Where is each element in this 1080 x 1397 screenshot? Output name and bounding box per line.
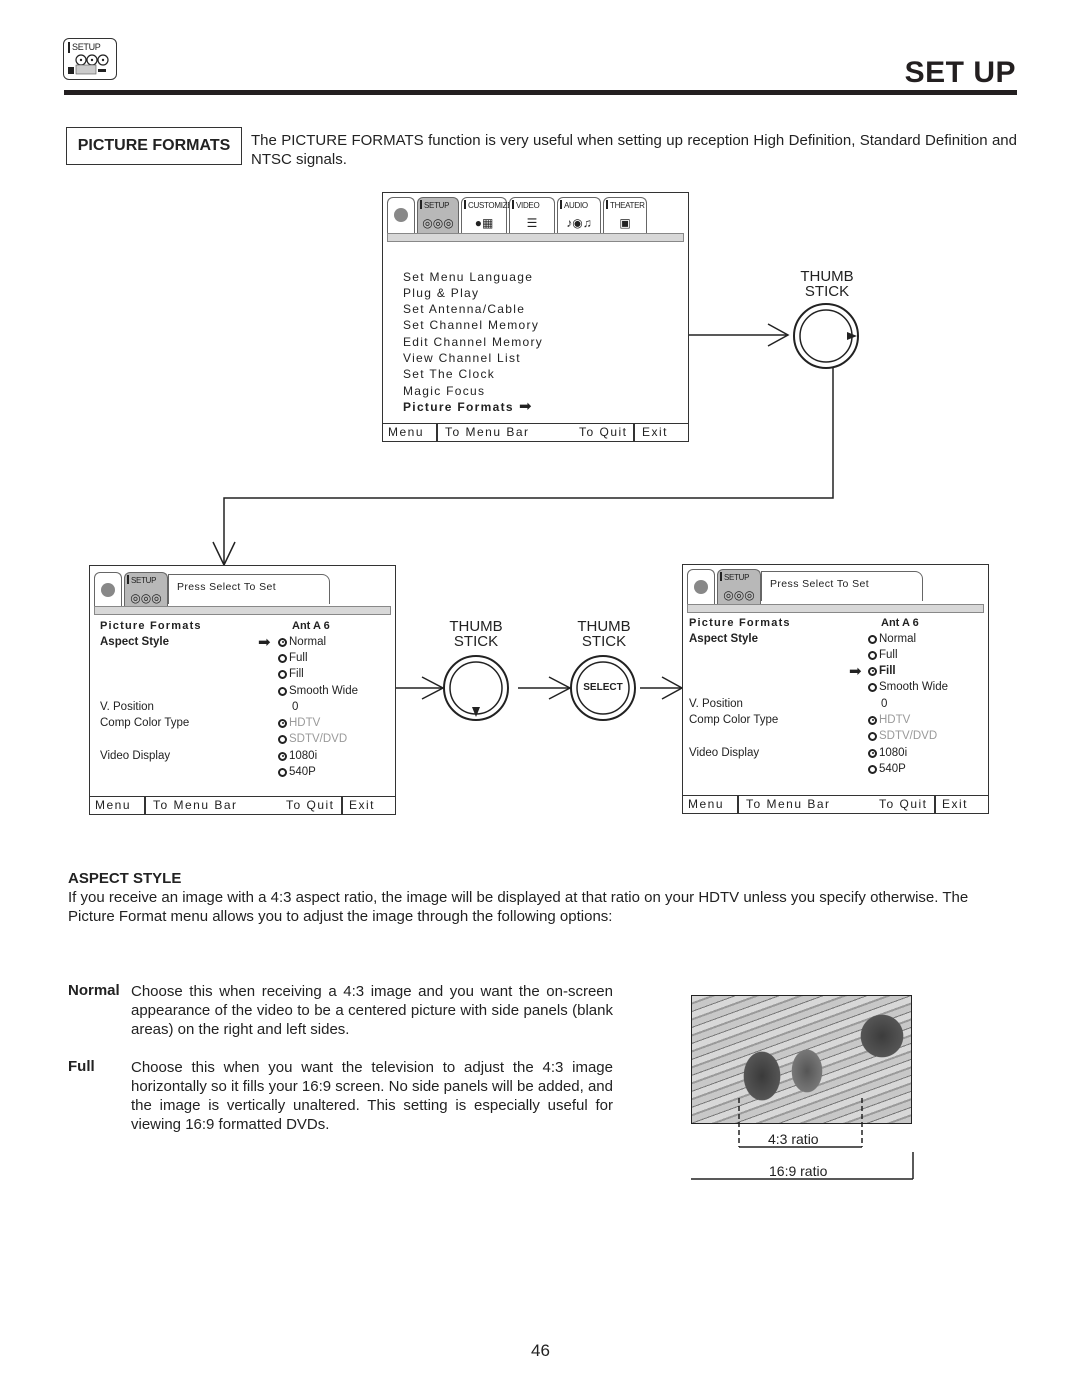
thumb-stick-down-icon: [443, 655, 509, 721]
picture-formats-menu-fill: SETUP ◎◎◎ Press Select To Set Picture For…: [682, 564, 989, 814]
select-button-label: SELECT: [583, 682, 623, 693]
aspect-style-intro: If you receive an image with a 4:3 aspec…: [68, 889, 969, 925]
radio-icon: [868, 682, 877, 692]
radio-icon: [868, 650, 877, 660]
footer-exit: Exit: [942, 797, 969, 811]
aspect-option-full[interactable]: Full: [278, 652, 308, 664]
menu-strip: [94, 606, 391, 615]
option-desc-normal: Choose this when receiving a 4:3 image a…: [131, 983, 613, 1038]
aspect-option-normal[interactable]: Normal: [278, 636, 326, 648]
ratio-43-label: 4:3 ratio: [768, 1131, 819, 1147]
thumb-stick-label: THUMB STICK: [577, 618, 631, 650]
radio-selected-icon: [868, 715, 877, 725]
footer-to-menu-bar: To Menu Bar: [746, 797, 831, 811]
nav-tab[interactable]: [687, 569, 715, 605]
tab-setup[interactable]: SETUP ◎◎◎: [717, 569, 761, 605]
radio-selected-icon: [868, 748, 877, 758]
menu-tab-bar: SETUP ◎◎◎: [687, 569, 761, 605]
projector-icon: ◎◎◎: [130, 591, 162, 605]
radio-icon: [278, 767, 287, 777]
comp-color-type-label: Comp Color Type: [689, 714, 779, 726]
channel-label: Ant A 6: [292, 620, 330, 632]
ratio-169-label: 16:9 ratio: [769, 1163, 828, 1179]
pointer-arrow-icon: ➡: [849, 663, 862, 680]
display-option-540p[interactable]: 540P: [868, 763, 906, 775]
display-option-1080i[interactable]: 1080i: [868, 747, 907, 759]
thumbstick-nav-icon: [101, 583, 115, 597]
video-display-label: Video Display: [100, 750, 171, 762]
prompt-tab: Press Select To Set: [168, 574, 330, 604]
pointer-arrow-icon: ➡: [258, 634, 271, 651]
display-option-1080i[interactable]: 1080i: [278, 750, 317, 762]
tab-setup[interactable]: SETUP ◎◎◎: [124, 572, 168, 608]
footer-menu: Menu: [688, 797, 725, 811]
footer-menu: Menu: [95, 798, 132, 812]
display-option-540p[interactable]: 540P: [278, 766, 316, 778]
radio-selected-icon: [868, 666, 877, 676]
footer-to-menu-bar: To Menu Bar: [153, 798, 238, 812]
color-option-sdtv-dvd[interactable]: SDTV/DVD: [868, 730, 937, 742]
aspect-option-fill[interactable]: Fill: [868, 665, 896, 677]
footer-to-quit: To Quit: [879, 797, 928, 811]
aspect-option-smooth-wide[interactable]: Smooth Wide: [278, 685, 358, 697]
v-position-value[interactable]: 0: [292, 701, 298, 713]
option-term-full: Full: [68, 1058, 95, 1075]
v-position-label: V. Position: [689, 698, 743, 710]
footer-to-quit: To Quit: [286, 798, 335, 812]
video-display-label: Video Display: [689, 747, 760, 759]
menu-footer: Menu To Menu Bar To Quit Exit: [683, 795, 988, 813]
option-term-normal: Normal: [68, 982, 120, 999]
v-position-value[interactable]: 0: [881, 698, 887, 710]
thumb-stick-label: THUMB STICK: [800, 268, 854, 300]
aspect-option-fill[interactable]: Fill: [278, 668, 304, 680]
picture-formats-menu-normal: SETUP ◎◎◎ Press Select To Set Picture For…: [89, 565, 396, 815]
aspect-style-heading: ASPECT STYLE: [68, 870, 182, 887]
nav-tab[interactable]: [94, 572, 122, 608]
thumbstick-nav-icon: [694, 580, 708, 594]
aspect-style-label: Aspect Style: [689, 633, 759, 645]
color-option-hdtv[interactable]: HDTV: [278, 717, 320, 729]
v-position-label: V. Position: [100, 701, 154, 713]
submenu-title: Picture Formats: [689, 617, 791, 629]
page-number: 46: [531, 1341, 550, 1360]
radio-selected-icon: [278, 718, 287, 728]
prompt-tab: Press Select To Set: [761, 571, 923, 601]
aspect-style-label: Aspect Style: [100, 636, 170, 648]
color-option-hdtv[interactable]: HDTV: [868, 714, 910, 726]
flow-line: [223, 368, 834, 565]
radio-icon: [278, 734, 287, 744]
submenu-title: Picture Formats: [100, 620, 202, 632]
thumb-stick-right-icon: [793, 303, 859, 369]
radio-icon: [868, 731, 877, 741]
menu-footer: Menu To Menu Bar To Quit Exit: [90, 796, 395, 814]
radio-icon: [868, 634, 877, 644]
menu-strip: [687, 604, 984, 613]
aspect-option-normal[interactable]: Normal: [868, 633, 916, 645]
color-option-sdtv-dvd[interactable]: SDTV/DVD: [278, 733, 347, 745]
option-desc-full: Choose this when you want the television…: [131, 1059, 613, 1133]
channel-label: Ant A 6: [881, 617, 919, 629]
radio-icon: [278, 669, 287, 679]
projector-icon: ◎◎◎: [723, 588, 755, 602]
aspect-option-full[interactable]: Full: [868, 649, 898, 661]
thumb-stick-label: THUMB STICK: [449, 618, 503, 650]
menu-tab-bar: SETUP ◎◎◎: [94, 572, 168, 608]
comp-color-type-label: Comp Color Type: [100, 717, 190, 729]
radio-icon: [278, 653, 287, 663]
radio-selected-icon: [278, 637, 287, 647]
aspect-option-smooth-wide[interactable]: Smooth Wide: [868, 681, 948, 693]
radio-selected-icon: [278, 751, 287, 761]
radio-icon: [278, 686, 287, 696]
footer-exit: Exit: [349, 798, 376, 812]
radio-icon: [868, 764, 877, 774]
